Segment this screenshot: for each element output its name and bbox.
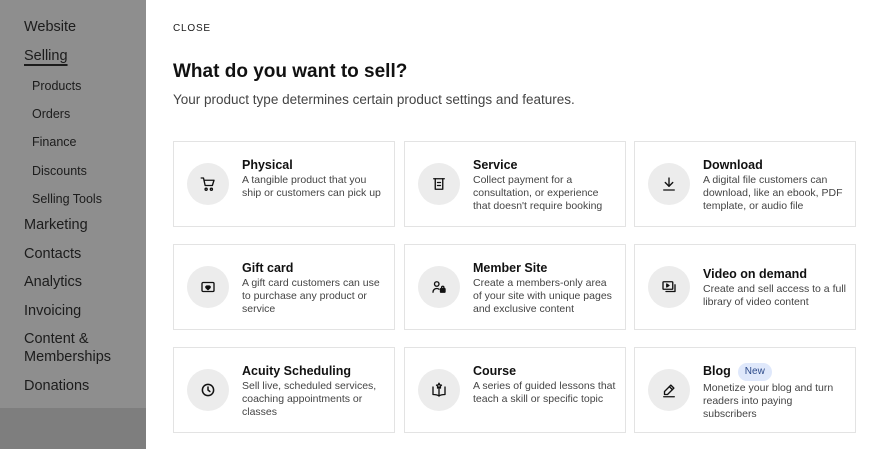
sidebar-item-donations[interactable]: Donations	[24, 377, 89, 395]
sidebar-item-invoicing[interactable]: Invoicing	[24, 302, 81, 320]
product-type-card-download[interactable]: Download A digital file customers can do…	[634, 141, 856, 227]
page-subtitle: Your product type determines certain pro…	[173, 92, 575, 107]
gift-card-icon	[187, 266, 229, 308]
card-title: Service	[473, 158, 518, 172]
card-title: Gift card	[242, 261, 294, 275]
card-description: Create a members-only area of your site …	[473, 277, 612, 315]
sidebar-item-products[interactable]: Products	[32, 77, 81, 95]
product-type-card-blog[interactable]: Blog New Monetize your blog and turn read…	[634, 347, 856, 433]
member-lock-icon	[418, 266, 460, 308]
card-description: Create and sell access to a full library…	[703, 283, 846, 308]
product-type-card-gift-card[interactable]: Gift card A gift card customers can use …	[173, 244, 395, 330]
page-title: What do you want to sell?	[173, 61, 408, 82]
sidebar-item-selling[interactable]: Selling	[24, 47, 68, 65]
sidebar-nav: Website Selling Products Orders Finance …	[0, 0, 146, 449]
close-button[interactable]: CLOSE	[173, 23, 211, 34]
card-title: Blog New	[703, 363, 847, 381]
card-title-text: Blog	[703, 364, 731, 378]
card-title: Member Site	[473, 261, 548, 275]
product-type-card-acuity-scheduling[interactable]: Acuity Scheduling Sell live, scheduled s…	[173, 347, 395, 433]
card-title: Download	[703, 158, 763, 172]
pen-icon	[648, 369, 690, 411]
sidebar-item-selling-tools[interactable]: Selling Tools	[32, 190, 102, 208]
sidebar-item-content-memberships[interactable]: Content & Memberships	[24, 330, 134, 366]
sidebar-item-orders[interactable]: Orders	[32, 105, 70, 123]
card-description: Sell live, scheduled services, coaching …	[242, 380, 377, 418]
product-type-card-member-site[interactable]: Member Site Create a members-only area o…	[404, 244, 626, 330]
sidebar-item-marketing[interactable]: Marketing	[24, 216, 88, 234]
product-type-card-service[interactable]: Service Collect payment for a consultati…	[404, 141, 626, 227]
sidebar-item-contacts[interactable]: Contacts	[24, 245, 81, 263]
product-type-panel: CLOSE What do you want to sell? Your pro…	[146, 0, 880, 449]
cart-icon	[187, 163, 229, 205]
product-type-card-video-on-demand[interactable]: Video on demand Create and sell access t…	[634, 244, 856, 330]
card-title: Physical	[242, 158, 293, 172]
video-library-icon	[648, 266, 690, 308]
card-description: A series of guided lessons that teach a …	[473, 380, 616, 405]
card-description: A gift card customers can use to purchas…	[242, 277, 380, 315]
card-description: A tangible product that you ship or cust…	[242, 174, 381, 199]
card-title: Acuity Scheduling	[242, 364, 352, 378]
receipt-icon	[418, 163, 460, 205]
sidebar-item-website[interactable]: Website	[24, 18, 76, 36]
card-description: A digital file customers can download, l…	[703, 174, 843, 212]
product-type-card-course[interactable]: Course A series of guided lessons that t…	[404, 347, 626, 433]
open-book-icon	[418, 369, 460, 411]
card-title: Video on demand	[703, 267, 807, 281]
product-type-card-physical[interactable]: Physical A tangible product that you shi…	[173, 141, 395, 227]
card-description: Monetize your blog and turn readers into…	[703, 382, 834, 420]
new-badge: New	[737, 363, 772, 381]
sidebar-item-analytics[interactable]: Analytics	[24, 273, 82, 291]
card-description: Collect payment for a consultation, or e…	[473, 174, 603, 212]
card-title: Course	[473, 364, 517, 378]
download-icon	[648, 163, 690, 205]
sidebar-bottom	[0, 408, 146, 449]
clock-icon	[187, 369, 229, 411]
sidebar-item-finance[interactable]: Finance	[32, 133, 76, 151]
sidebar-item-discounts[interactable]: Discounts	[32, 162, 87, 180]
